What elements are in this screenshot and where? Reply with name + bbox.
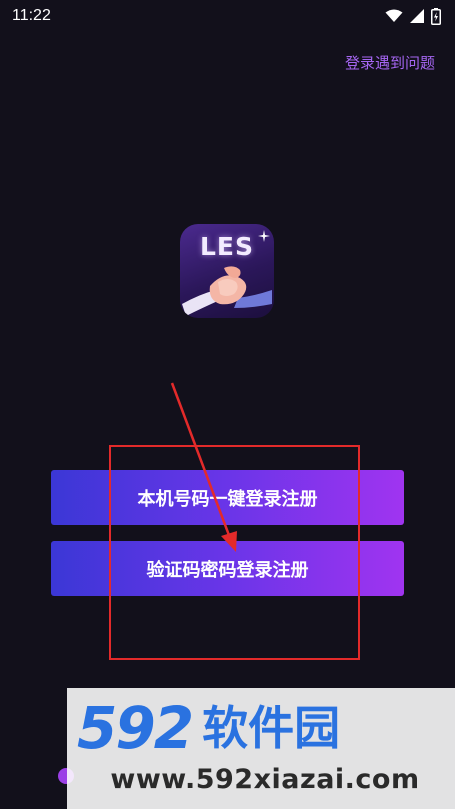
watermark-url: www.592xiazai.com — [110, 764, 420, 795]
watermark: 592 软件园 www.592xiazai.com — [67, 688, 455, 809]
watermark-number: 592 — [77, 694, 194, 762]
watermark-logo: 592 软件园 — [77, 698, 447, 758]
watermark-name: 软件园 — [202, 701, 341, 755]
